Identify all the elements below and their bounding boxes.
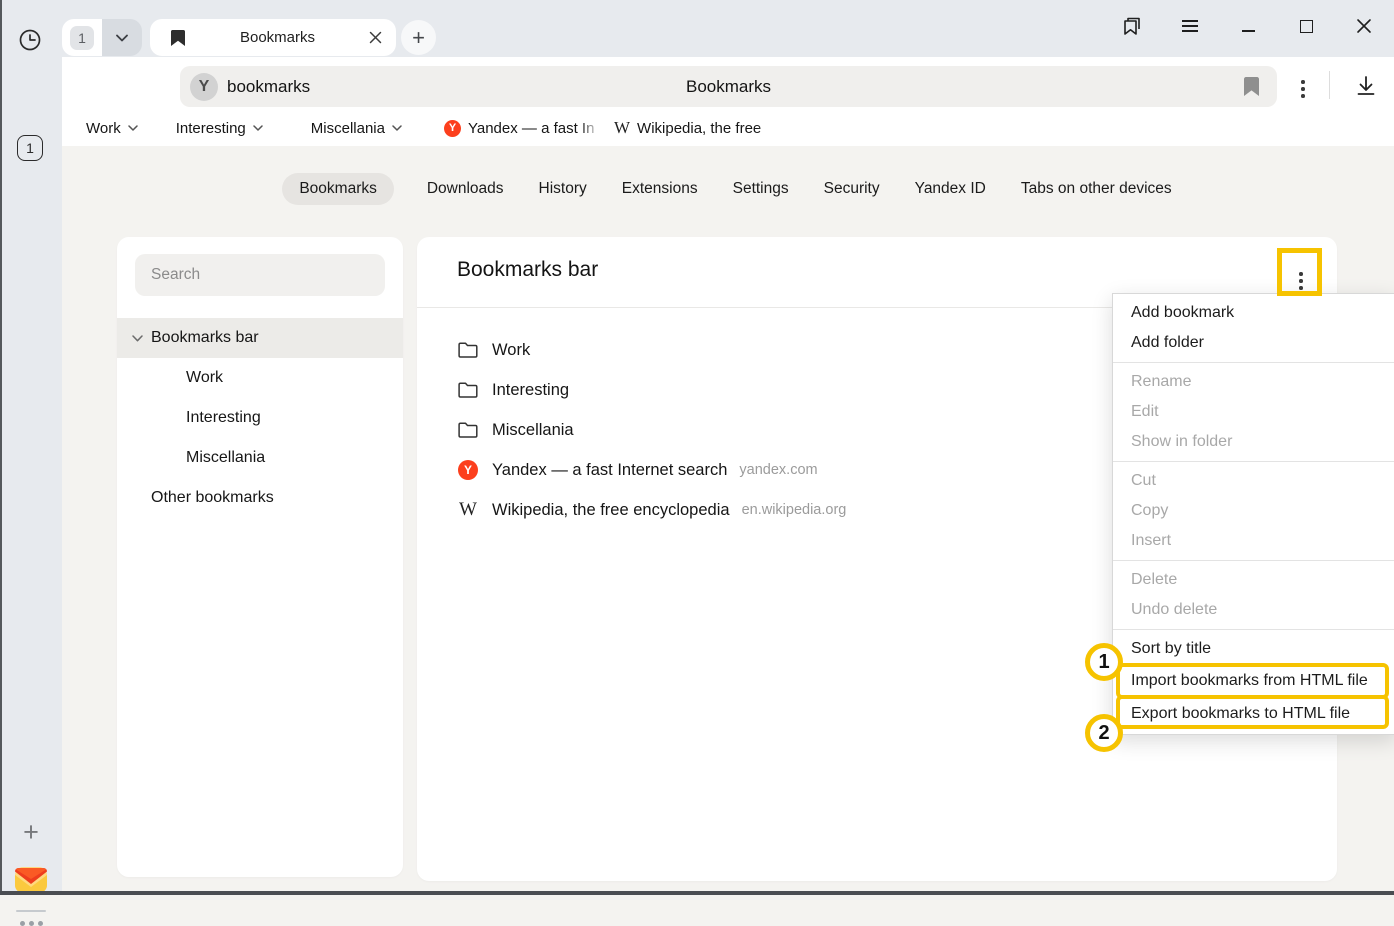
folder-tree: Bookmarks bar Work Interesting Miscellan… [117,318,403,518]
address-bar-page-title: Bookmarks [180,66,1277,107]
tab-strip: 1 Bookmarks + [0,0,1394,57]
folder-label: Work [86,120,121,137]
browser-tab-bookmarks[interactable]: Bookmarks [150,19,396,56]
tree-item-work[interactable]: Work [117,358,403,398]
tab-title: Bookmarks [186,29,369,46]
menu-item-insert: Insert [1113,526,1394,556]
tab-group-count-badge: 1 [70,26,94,50]
menu-hamburger-icon[interactable] [1178,14,1202,38]
chevron-down-icon [128,125,138,131]
bookmark-flag-icon[interactable] [1244,77,1259,96]
tree-item-miscellania[interactable]: Miscellania [117,438,403,478]
menu-item-add-bookmark[interactable]: Add bookmark [1113,298,1394,328]
list-item-label: Miscellania [492,421,574,440]
tab-close-icon[interactable] [369,31,382,44]
menu-item-undo-delete: Undo delete [1113,595,1394,625]
folder-icon [457,342,479,358]
toolbar-more-icon[interactable] [1291,74,1315,100]
menu-item-copy: Copy [1113,496,1394,526]
tab-security[interactable]: Security [822,173,882,205]
toolbar-separator [1329,71,1330,99]
window-edge-left [0,0,2,895]
tab-yandex-id[interactable]: Yandex ID [913,173,988,205]
window-edge-bottom [0,891,1394,895]
chevron-down-icon[interactable] [132,335,143,342]
menu-item-rename: Rename [1113,367,1394,397]
tab-other-devices[interactable]: Tabs on other devices [1019,173,1174,205]
list-item-label: Interesting [492,381,569,400]
tree-item-bookmarks-bar[interactable]: Bookmarks bar [117,318,403,358]
tab-history[interactable]: History [537,173,589,205]
downloads-icon[interactable] [1352,72,1380,100]
tree-item-label: Interesting [186,409,261,427]
tree-item-other-bookmarks[interactable]: Other bookmarks [117,478,403,518]
bookmarks-bar-link-wikipedia[interactable]: W Wikipedia, the free [614,118,777,138]
menu-item-sort-by-title[interactable]: Sort by title [1113,634,1394,664]
tree-item-interesting[interactable]: Interesting [117,398,403,438]
tab-group-chip[interactable]: 1 [62,19,142,56]
list-item-label: Work [492,341,530,360]
tab-bookmarks[interactable]: Bookmarks [282,173,394,205]
list-item-domain: yandex.com [739,462,817,478]
list-item-label: Yandex — a fast Internet search [492,461,727,480]
menu-item-show-in-folder: Show in folder [1113,427,1394,457]
tree-item-label: Other bookmarks [151,489,274,507]
panel-title: Bookmarks bar [457,258,598,282]
menu-item-cut: Cut [1113,466,1394,496]
close-button[interactable] [1352,14,1376,38]
history-clock-icon[interactable] [16,26,44,54]
folder-label: Miscellania [311,120,385,137]
annotation-step-1: 1 [1085,643,1123,681]
search-input[interactable] [151,266,369,284]
tree-item-label: Miscellania [186,449,265,467]
tab-settings[interactable]: Settings [731,173,791,205]
annotation-highlight-export [1116,695,1389,729]
bookmark-icon [170,29,186,47]
left-side-rail: 1 + [0,57,62,895]
tree-item-label: Work [186,369,223,387]
folder-label: Interesting [176,120,246,137]
tree-item-label: Bookmarks bar [151,329,259,347]
list-item-label: Wikipedia, the free encyclopedia [492,501,730,520]
tab-extensions[interactable]: Extensions [620,173,700,205]
bookmarks-bar-link-yandex[interactable]: Y Yandex — a fast In [444,120,600,137]
maximize-button[interactable] [1294,14,1318,38]
link-label: Yandex — a fast In [468,120,600,137]
wikipedia-favicon: W [614,118,630,138]
annotation-highlight-kebab [1277,248,1322,296]
menu-item-edit: Edit [1113,397,1394,427]
folders-sidebar: Bookmarks bar Work Interesting Miscellan… [117,237,403,877]
minimize-button[interactable] [1236,14,1260,38]
rail-tab-count-badge[interactable]: 1 [17,135,43,161]
chevron-down-icon [253,125,263,131]
tab-group-chevron[interactable] [102,19,142,56]
bookmarks-bar-folder-interesting[interactable]: Interesting [176,120,263,137]
yandex-favicon: Y [457,460,479,480]
tab-group-count[interactable]: 1 [62,19,102,56]
menu-item-add-folder[interactable]: Add folder [1113,328,1394,358]
rail-divider [16,910,46,912]
rail-add-icon[interactable]: + [0,815,62,849]
folder-icon [457,382,479,398]
rail-more-icon[interactable] [0,921,62,926]
bookmarks-bar: Work Interesting Miscellania Y Yandex — … [62,110,1394,146]
search-box[interactable] [135,254,385,296]
menu-item-delete: Delete [1113,565,1394,595]
tabs-panel-icon[interactable] [1120,14,1144,38]
new-tab-button[interactable]: + [401,20,436,55]
bookmarks-bar-folder-work[interactable]: Work [86,120,138,137]
yandex-favicon: Y [444,120,461,137]
list-item-domain: en.wikipedia.org [742,502,847,518]
tab-downloads[interactable]: Downloads [425,173,506,205]
manager-nav-tabs: Bookmarks Downloads History Extensions S… [62,173,1394,205]
annotation-step-2: 2 [1085,714,1123,752]
annotation-highlight-import [1116,663,1389,699]
wikipedia-favicon: W [457,499,479,521]
folder-icon [457,422,479,438]
chevron-down-icon [392,125,402,131]
bookmarks-bar-folder-miscellania[interactable]: Miscellania [311,120,402,137]
link-label: Wikipedia, the free [637,120,777,137]
address-bar[interactable]: Y bookmarks Bookmarks [180,66,1277,107]
